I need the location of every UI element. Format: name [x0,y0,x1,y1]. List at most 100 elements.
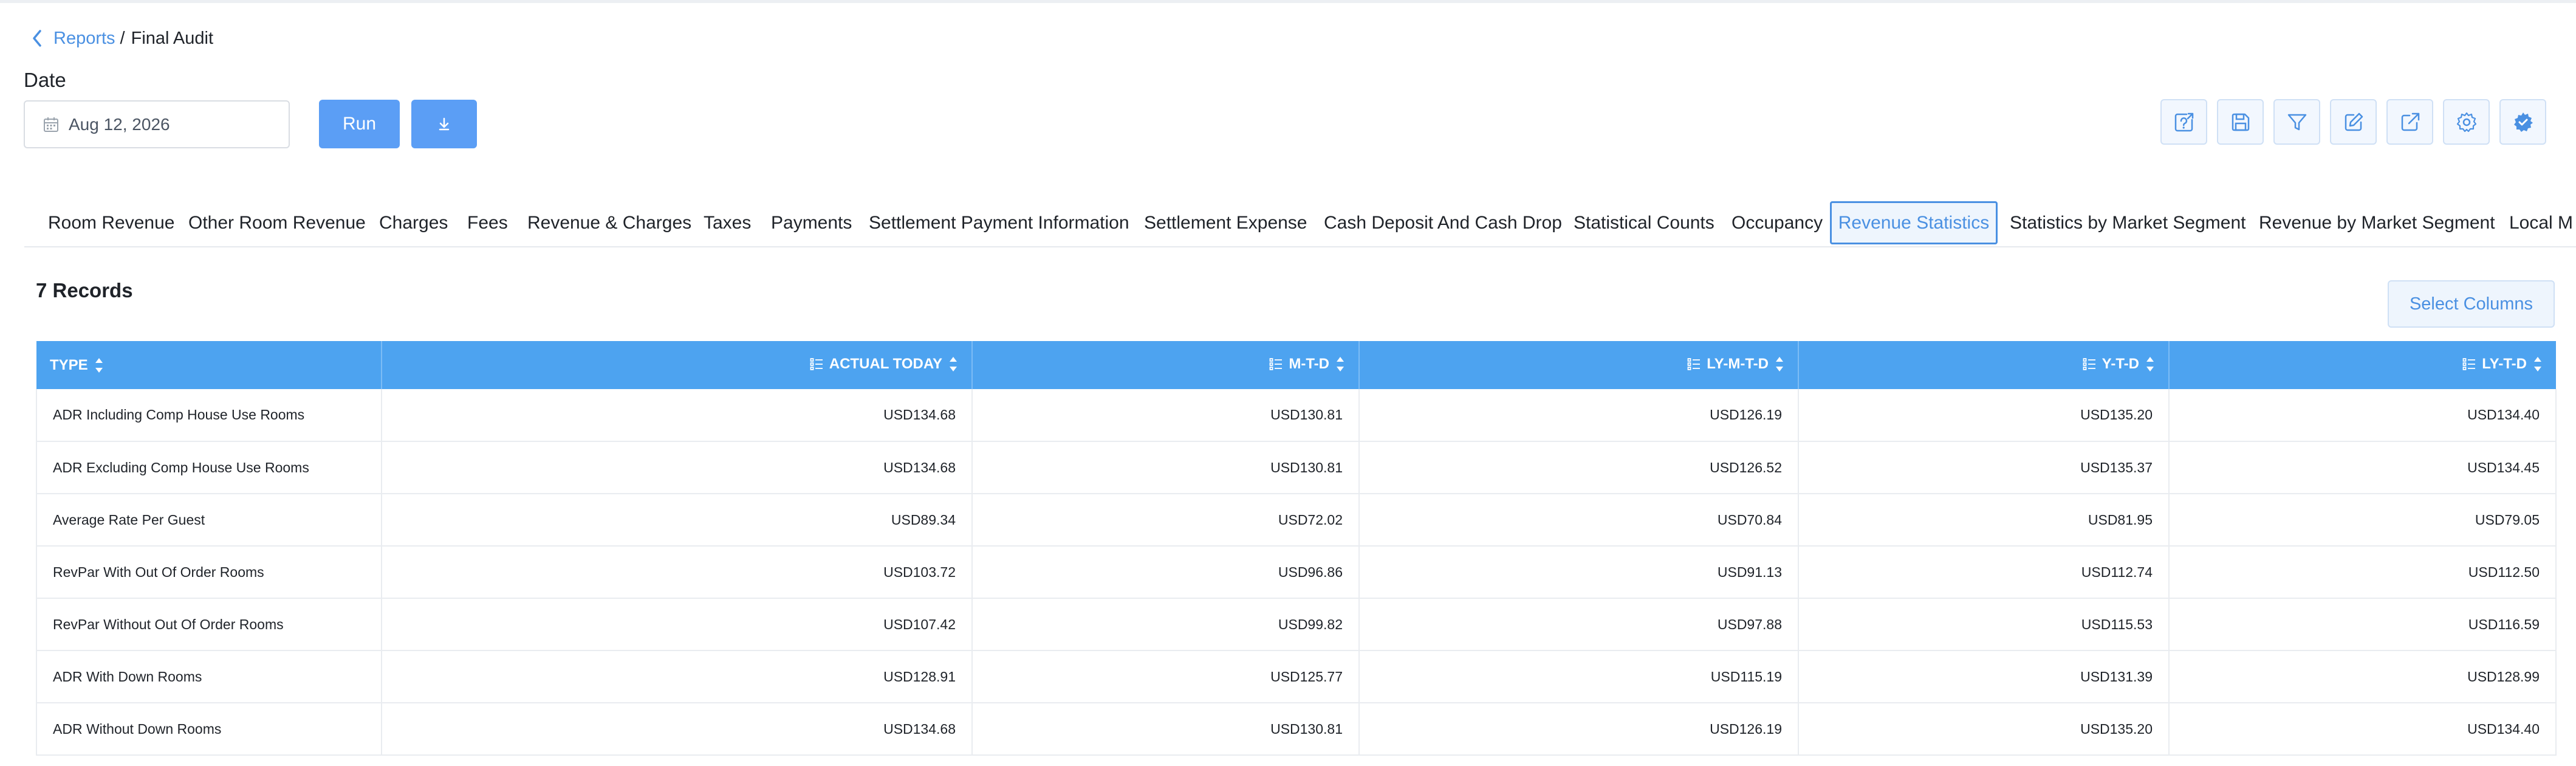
sort-icon [2534,357,2541,371]
table-row: Average Rate Per Guest USD89.34 USD72.02 US… [36,494,2557,547]
value-cell: USD130.81 [972,389,1360,442]
value-cell: USD81.95 [1798,494,2170,547]
gear-check-button[interactable] [2499,99,2546,145]
breadcrumb-link-reports[interactable]: Reports [53,29,115,49]
edit-button[interactable] [2330,99,2377,145]
run-button[interactable]: Run [319,100,400,148]
column-header-sort[interactable]: LY-T-D [2462,355,2543,373]
filter-icon [2287,114,2306,130]
column-header[interactable]: M-T-D [972,341,1360,389]
column-menu-icon [2083,358,2095,370]
help-report-icon [2174,112,2193,131]
value-cell: USD134.45 [2169,441,2557,494]
value-cell: USD116.59 [2169,598,2557,651]
table-header-row: TYPE ACTUAL TODAY M-T-D LY-M-T-D Y-T-D LY-T-D [36,341,2556,389]
column-header-label: LY-M-T-D [1707,356,1769,372]
value-cell: USD135.20 [1798,389,2170,442]
report-toolbar [2160,99,2546,145]
tab-payments[interactable]: Payments [771,201,852,244]
value-cell: USD79.05 [2169,494,2557,547]
table-row: ADR With Down Rooms USD128.91 USD125.77 USD… [36,650,2557,703]
tab-taxes[interactable]: Taxes [704,201,751,244]
table-row: ADR Without Down Rooms USD134.68 USD130.81… [36,703,2557,756]
breadcrumb: Reports / Final Audit [32,28,213,49]
column-header-sort[interactable]: ACTUAL TODAY [810,355,958,373]
column-header-label: TYPE [50,356,88,373]
column-header[interactable]: LY-M-T-D [1359,341,1799,389]
value-cell: USD134.40 [2169,703,2557,756]
column-header-sort[interactable]: LY-M-T-D [1687,355,1784,373]
column-header-sort[interactable]: M-T-D [1269,355,1345,373]
value-cell: USD135.37 [1798,441,2170,494]
column-header[interactable]: ACTUAL TODAY [382,341,973,389]
row-type-cell: RevPar With Out Of Order Rooms [36,546,382,599]
column-header[interactable]: Y-T-D [1798,341,2170,389]
tab-revenue-by-market-segment[interactable]: Revenue by Market Segment [2259,201,2495,244]
row-type-cell: ADR Excluding Comp House Use Rooms [36,441,382,494]
value-cell: USD103.72 [382,546,973,599]
tab-local-m[interactable]: Local M [2509,201,2573,244]
table-row: RevPar Without Out Of Order Rooms USD107.… [36,598,2557,651]
value-cell: USD126.19 [1359,389,1799,442]
date-label: Date [24,69,66,91]
row-type-cell: ADR Including Comp House Use Rooms [36,389,382,442]
chevron-left-icon[interactable] [32,28,46,49]
settings-button[interactable] [2443,99,2490,145]
tab-settlement-payment-information[interactable]: Settlement Payment Information [869,201,1129,244]
tab-room-revenue[interactable]: Room Revenue [48,201,174,244]
value-cell: USD99.82 [972,598,1360,651]
filter-button[interactable] [2273,99,2320,145]
date-field[interactable] [69,114,275,134]
tab-other-room-revenue[interactable]: Other Room Revenue [188,201,366,244]
column-header[interactable]: LY-T-D [2169,341,2556,389]
save-button[interactable] [2217,99,2264,145]
column-header-sort[interactable]: TYPE [50,356,104,374]
external-link-icon [2401,112,2419,131]
sort-icon [1776,357,1783,371]
column-menu-icon [2462,358,2476,370]
tab-cash-deposit-and-cash-drop[interactable]: Cash Deposit And Cash Drop [1324,201,1562,244]
settings-icon [2456,112,2476,132]
tab-charges[interactable]: Charges [379,201,448,244]
row-type-cell: ADR Without Down Rooms [36,703,382,756]
sort-icon [95,357,103,373]
tab-settlement-expense[interactable]: Settlement Expense [1144,201,1307,244]
tab-occupancy[interactable]: Occupancy [1732,201,1823,244]
value-cell: USD128.99 [2169,650,2557,703]
value-cell: USD130.81 [972,441,1360,494]
value-cell: USD134.68 [382,389,973,442]
value-cell: USD72.02 [972,494,1360,547]
value-cell: USD97.88 [1359,598,1799,651]
sort-icon [2146,357,2154,371]
download-button[interactable] [411,100,477,148]
value-cell: USD135.20 [1798,703,2170,756]
tab-fees[interactable]: Fees [467,201,508,244]
tab-statistics-by-market-segment[interactable]: Statistics by Market Segment [2010,201,2245,244]
tab-statistical-counts[interactable]: Statistical Counts [1574,201,1714,244]
sort-icon [1337,357,1344,371]
breadcrumb-separator: / [120,28,125,48]
value-cell: USD96.86 [972,546,1360,599]
select-columns-button[interactable]: Select Columns [2388,280,2555,328]
tab-revenue-and-charges[interactable]: Revenue & Charges [527,201,691,244]
table-row: RevPar With Out Of Order Rooms USD103.72 U… [36,546,2557,599]
value-cell: USD126.19 [1359,703,1799,756]
table-row: ADR Including Comp House Use Rooms USD134… [36,389,2557,442]
value-cell: USD115.53 [1798,598,2170,651]
column-menu-icon [810,358,823,370]
breadcrumb-current: Final Audit [131,28,214,48]
column-header-sort[interactable]: Y-T-D [2083,355,2155,373]
column-header-label: Y-T-D [2102,356,2139,372]
value-cell: USD125.77 [972,650,1360,703]
column-header[interactable]: TYPE [36,341,382,389]
external-link-button[interactable] [2386,99,2433,145]
value-cell: USD91.13 [1359,546,1799,599]
date-picker[interactable] [24,100,290,148]
tab-revenue-statistics[interactable]: Revenue Statistics [1830,201,1998,244]
table-body: ADR Including Comp House Use Rooms USD134… [36,389,2557,756]
value-cell: USD134.68 [382,441,973,494]
value-cell: USD112.50 [2169,546,2557,599]
help-report-button[interactable] [2160,99,2207,145]
sort-icon [950,357,957,371]
column-menu-icon [1269,358,1283,370]
